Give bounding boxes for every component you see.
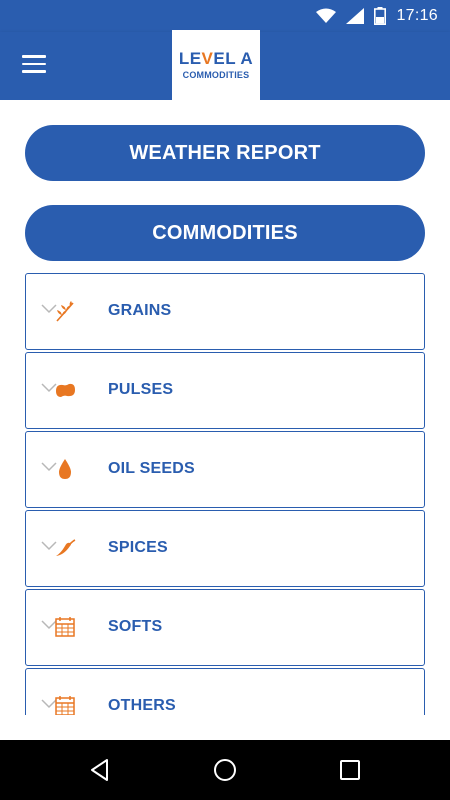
commodity-label: GRAINS	[108, 302, 172, 319]
battery-icon	[374, 7, 387, 25]
level-a-logo: LEVEL A COMMODITIES	[172, 30, 260, 100]
calendar-grid-icon	[55, 696, 75, 715]
commodity-label: SOFTS	[108, 618, 163, 635]
commodity-item-spices[interactable]: SPICES	[25, 510, 425, 587]
system-nav-bar	[0, 740, 450, 800]
logo-main-text: LEVEL A	[178, 49, 254, 68]
commodities-button[interactable]: COMMODITIES	[25, 205, 425, 261]
commodity-item-pulses[interactable]: PULSES	[25, 352, 425, 429]
commodity-item-grains[interactable]: GRAINS	[25, 273, 425, 350]
wheat-icon	[56, 301, 74, 322]
bean-icon	[56, 383, 75, 397]
status-icons: 17:16	[316, 6, 438, 26]
status-bar: 17:16	[0, 0, 450, 32]
commodity-item-softs[interactable]: SOFTS	[25, 589, 425, 666]
wifi-icon	[316, 8, 337, 23]
status-time: 17:16	[396, 7, 438, 24]
back-icon[interactable]	[87, 757, 113, 783]
app-screen: 17:16 LEVEL A COMMODITIES WEATHER REPORT…	[0, 0, 450, 800]
calendar-grid-icon	[55, 617, 75, 637]
recents-icon[interactable]	[337, 757, 363, 783]
logo-check-accent: V	[201, 49, 214, 68]
home-icon[interactable]	[212, 757, 238, 783]
commodity-item-oil-seeds[interactable]: OIL SEEDS	[25, 431, 425, 508]
logo-sub-text: COMMODITIES	[182, 70, 250, 80]
hamburger-menu-icon[interactable]	[22, 55, 48, 75]
commodity-label: OIL SEEDS	[108, 460, 195, 477]
commodity-label: PULSES	[108, 381, 174, 398]
oil-drop-icon	[59, 459, 71, 479]
commodity-label: OTHERS	[108, 697, 176, 714]
commodity-item-others[interactable]: OTHERS	[25, 668, 425, 715]
weather-report-button[interactable]: WEATHER REPORT	[25, 125, 425, 181]
commodity-label: SPICES	[108, 539, 168, 556]
main-content: WEATHER REPORT COMMODITIES GRAINS PULSES	[0, 100, 450, 715]
signal-icon	[346, 8, 365, 24]
chili-pepper-icon	[56, 539, 76, 556]
